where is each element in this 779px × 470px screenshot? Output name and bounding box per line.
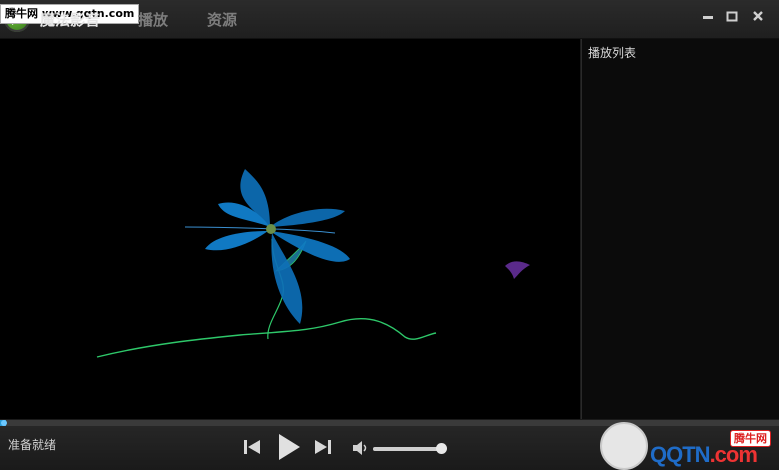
previous-icon[interactable] — [242, 437, 262, 461]
tab-play[interactable]: 播放 — [138, 9, 168, 31]
volume-icon[interactable] — [352, 440, 370, 460]
site-badge: 腾牛网 — [730, 430, 771, 447]
volume-handle[interactable] — [436, 443, 448, 454]
play-icon[interactable] — [276, 432, 302, 466]
tab-resources[interactable]: 资源 — [207, 9, 237, 31]
playlist-panel[interactable]: 播放列表 — [581, 39, 779, 419]
volume-slider[interactable] — [373, 443, 448, 454]
minimize-icon[interactable] — [701, 8, 715, 22]
close-icon[interactable] — [751, 8, 765, 22]
status-text: 准备就绪 — [8, 438, 57, 452]
next-icon[interactable] — [313, 437, 333, 461]
site-watermark: QQTN.com 腾牛网 — [600, 422, 779, 470]
volume-fill — [373, 447, 442, 451]
maximize-icon[interactable] — [725, 8, 739, 22]
title-bar: 腾牛网 www.qqtn.com 魔法影音 播放 资源 — [0, 0, 779, 39]
site-logo — [600, 422, 648, 470]
playlist-title: 播放列表 — [588, 46, 637, 60]
visualization-graphic — [96, 169, 530, 358]
tab-app[interactable]: 魔法影音 — [40, 9, 100, 31]
video-area[interactable] — [0, 39, 580, 419]
